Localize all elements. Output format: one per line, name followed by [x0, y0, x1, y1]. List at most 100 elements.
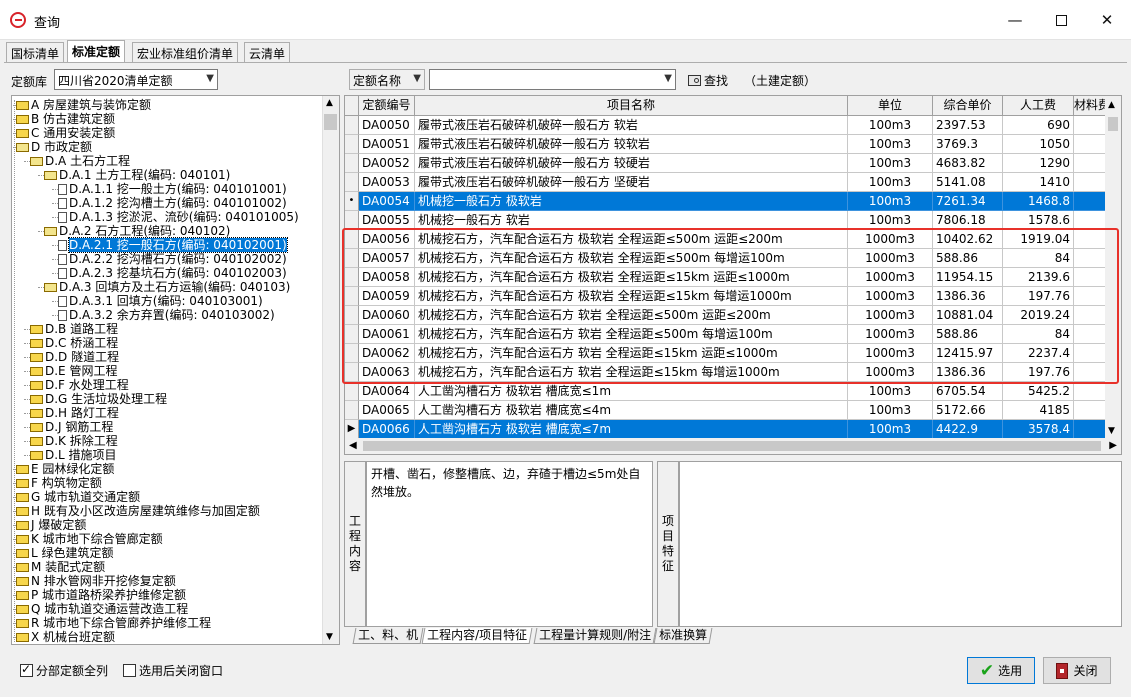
find-label: 查找 — [704, 74, 729, 88]
tree-item[interactable]: D.A.3.2 余方弃置(编码: 040103002) — [58, 308, 275, 322]
tree-item[interactable]: D 市政定额 — [16, 140, 92, 154]
row-indicator[interactable]: • — [345, 192, 359, 211]
chevron-down-icon: ▼ — [664, 73, 672, 84]
grid-scroll-thumb[interactable] — [1108, 117, 1118, 131]
tree-item[interactable]: D.H 路灯工程 — [30, 406, 119, 420]
close-window-button[interactable]: ✕ — [1084, 0, 1130, 40]
row-indicator[interactable] — [345, 230, 359, 249]
row-indicator[interactable] — [345, 154, 359, 173]
tree-item[interactable]: E 园林绿化定额 — [16, 462, 114, 476]
maximize-icon — [1055, 14, 1067, 26]
column-header[interactable]: 单位 — [848, 96, 933, 116]
column-header[interactable]: 定额编号 — [359, 96, 415, 116]
row-indicator[interactable] — [345, 268, 359, 287]
tree-item[interactable]: D.L 措施项目 — [30, 448, 117, 462]
table-cell-price: 5141.08 — [933, 173, 1003, 192]
tree-item[interactable]: D.A.1.1 挖一般土方(编码: 040101001) — [58, 182, 287, 196]
tree-item[interactable]: B 仿古建筑定额 — [16, 112, 115, 126]
row-indicator[interactable] — [345, 344, 359, 363]
maximize-button[interactable] — [1038, 0, 1084, 40]
tree-item[interactable]: C 通用安装定额 — [16, 126, 115, 140]
tree-item-label: D.H 路灯工程 — [45, 406, 119, 420]
quota-tree[interactable]: A 房屋建筑与装饰定额 B 仿古建筑定额 C 通用安装定额 D 市政定额 D.A 土石方… — [11, 95, 340, 645]
tree-item[interactable]: D.A.2.2 挖沟槽石方(编码: 040102002) — [58, 252, 287, 266]
tab-calc-rules[interactable]: 工程量计算规则/附注 — [533, 628, 657, 644]
tree-scrollbar[interactable]: ▲ ▼ — [322, 96, 339, 644]
tree-item[interactable]: G 城市轨道交通定额 — [16, 490, 140, 504]
tree-item[interactable]: R 城市地下综合管廊养护维修工程 — [16, 616, 211, 630]
tree-item[interactable]: D.A.3.1 回填方(编码: 040103001) — [58, 294, 263, 308]
tree-item[interactable]: D.D 隧道工程 — [30, 350, 119, 364]
tree-item[interactable]: D.A.1.2 挖沟槽土方(编码: 040101002) — [58, 196, 287, 210]
search-input[interactable]: ▼ — [429, 69, 676, 90]
folder-icon — [16, 101, 29, 110]
chk-close-label: 选用后关闭窗口 — [139, 664, 224, 678]
row-indicator[interactable] — [345, 135, 359, 154]
tree-item[interactable]: D.A.1.3 挖淤泥、流砂(编码: 040101005) — [58, 210, 299, 224]
tree-item[interactable]: A 房屋建筑与装饰定额 — [16, 98, 151, 112]
tab-work-content[interactable]: 工程内容/项目特征 — [421, 628, 533, 644]
select-button[interactable]: ✔ 选用 — [967, 657, 1035, 684]
tree-item[interactable]: F 构筑物定额 — [16, 476, 102, 490]
tab-standard-conversion[interactable]: 标准换算 — [653, 628, 713, 644]
table-cell-code: DA0063 — [359, 363, 415, 382]
tab-cloud[interactable]: 云清单 — [244, 42, 291, 62]
tree-item[interactable]: H 既有及小区改造房屋建筑维修与加固定额 — [16, 504, 260, 518]
tree-item[interactable]: D.F 水处理工程 — [30, 378, 129, 392]
tree-item[interactable]: D.J 钢筋工程 — [30, 420, 113, 434]
tree-item[interactable]: D.A.2 石方工程(编码: 040102) — [44, 224, 230, 238]
row-indicator[interactable] — [345, 116, 359, 135]
tree-item[interactable]: D.B 道路工程 — [30, 322, 118, 336]
tab-guobiao[interactable]: 国标清单 — [6, 42, 65, 62]
tree-scroll-thumb[interactable] — [324, 114, 337, 130]
tree-item[interactable]: D.K 拆除工程 — [30, 434, 118, 448]
minimize-button[interactable]: — — [992, 0, 1038, 40]
tree-item[interactable]: Q 城市轨道交通运营改造工程 — [16, 602, 188, 616]
row-indicator[interactable] — [345, 363, 359, 382]
tree-item[interactable]: D.A.2.1 挖一般石方(编码: 040102001) — [58, 237, 288, 253]
close-button[interactable]: 关闭 — [1043, 657, 1111, 684]
tree-item[interactable]: D.A.2.3 挖基坑石方(编码: 040102003) — [58, 266, 287, 280]
tree-item[interactable]: N 排水管网非开挖修复定额 — [16, 574, 176, 588]
tree-item-label: D.F 水处理工程 — [45, 378, 129, 392]
row-indicator[interactable]: ▶ — [345, 420, 359, 439]
row-indicator[interactable] — [345, 306, 359, 325]
field-select-value: 定额名称 — [353, 74, 402, 88]
tree-item[interactable]: P 城市道路桥梁养护维修定额 — [16, 588, 186, 602]
tree-item[interactable]: L 绿色建筑定额 — [16, 546, 114, 560]
table-cell-labor: 5425.2 — [1003, 382, 1074, 401]
tab-standard-quota[interactable]: 标准定额 — [67, 40, 126, 63]
tree-item[interactable]: D.G 生活垃圾处理工程 — [30, 392, 167, 406]
tree-item[interactable]: X 机械台班定额 — [16, 630, 115, 644]
row-indicator[interactable] — [345, 249, 359, 268]
row-indicator[interactable] — [345, 287, 359, 306]
tree-item[interactable]: K 城市地下综合管廊定额 — [16, 532, 163, 546]
column-header[interactable]: 人工费 — [1003, 96, 1074, 116]
find-button[interactable]: 查找 — [688, 72, 728, 89]
feature-content[interactable] — [679, 461, 1122, 627]
chk-close-after-select[interactable]: 选用后关闭窗口 — [123, 662, 223, 679]
row-indicator[interactable] — [345, 401, 359, 420]
grid-hscroll-thumb[interactable] — [363, 441, 1101, 451]
row-indicator[interactable] — [345, 173, 359, 192]
tree-item[interactable]: D.A 土石方工程 — [30, 154, 130, 168]
tree-item[interactable]: D.C 桥涵工程 — [30, 336, 118, 350]
chk-all-divisions[interactable]: 分部定额全列 — [20, 662, 108, 679]
row-indicator[interactable] — [345, 325, 359, 344]
grid-vertical-scrollbar[interactable]: ▲ ▼ — [1105, 96, 1121, 438]
row-indicator[interactable] — [345, 382, 359, 401]
lib-select[interactable]: 四川省2020清单定额 ▼ — [54, 69, 218, 90]
tab-hongye[interactable]: 宏业标准组价清单 — [132, 42, 239, 62]
tree-item[interactable]: M 装配式定额 — [16, 560, 105, 574]
column-header[interactable]: 综合单价 — [933, 96, 1003, 116]
column-header[interactable]: 材料费 — [1074, 96, 1106, 116]
grid-horizontal-scrollbar[interactable]: ◀ ▶ — [345, 438, 1121, 454]
tree-item[interactable]: D.E 管网工程 — [30, 364, 117, 378]
row-indicator[interactable] — [345, 211, 359, 230]
tree-item[interactable]: D.A.3 回填方及土石方运输(编码: 040103) — [44, 280, 290, 294]
field-select[interactable]: 定额名称 ▼ — [349, 69, 425, 90]
tree-item[interactable]: J 爆破定额 — [16, 518, 86, 532]
tree-item[interactable]: D.A.1 土方工程(编码: 040101) — [44, 168, 230, 182]
tab-labor-material-machine[interactable]: 工、料、机 — [352, 628, 424, 644]
column-header[interactable]: 项目名称 — [415, 96, 848, 116]
